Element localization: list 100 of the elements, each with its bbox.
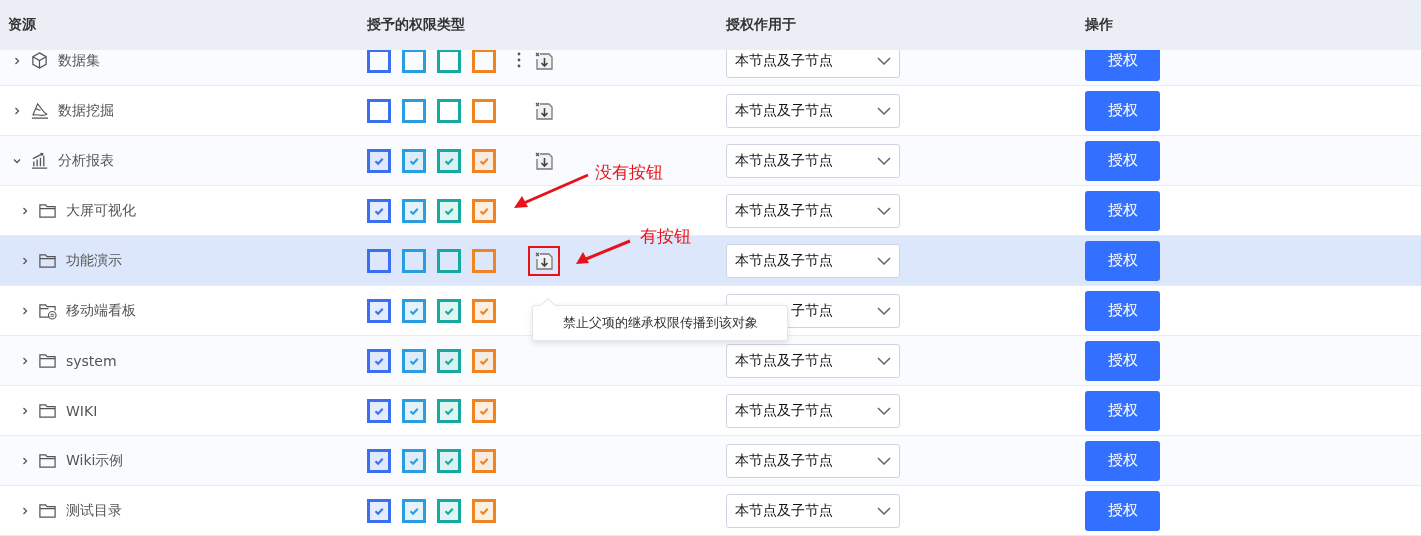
pen-icon bbox=[30, 101, 49, 120]
permission-checkbox[interactable] bbox=[367, 50, 391, 73]
chevron-down-icon bbox=[877, 256, 891, 265]
permission-checkbox[interactable] bbox=[437, 98, 461, 123]
permission-checkbox[interactable] bbox=[437, 148, 461, 173]
chevron-right-icon[interactable] bbox=[20, 455, 30, 466]
table-row[interactable]: Wiki示例 本节点及子节点 授权 bbox=[0, 436, 1421, 486]
table-row[interactable]: system 本节点及子节点 授权 bbox=[0, 336, 1421, 386]
chevron-right-icon[interactable] bbox=[20, 305, 30, 316]
chevron-down-icon bbox=[877, 456, 891, 465]
scope-select[interactable]: 本节点及子节点 bbox=[726, 343, 900, 378]
resource-name: 大屏可视化 bbox=[66, 201, 136, 220]
permission-checkbox[interactable] bbox=[437, 298, 461, 323]
permission-checkbox[interactable] bbox=[402, 398, 426, 423]
permission-checkbox[interactable] bbox=[367, 248, 391, 273]
permission-checkbox[interactable] bbox=[367, 348, 391, 373]
chevron-right-icon[interactable] bbox=[12, 105, 22, 116]
resource-name: 数据挖掘 bbox=[58, 101, 114, 120]
permission-checkbox[interactable] bbox=[402, 248, 426, 273]
scope-select[interactable]: 本节点及子节点 bbox=[726, 50, 900, 78]
chevron-right-icon[interactable] bbox=[20, 355, 30, 366]
chevron-down-icon bbox=[877, 356, 891, 365]
resource-name: WIKI bbox=[66, 402, 98, 419]
permission-checkbox[interactable] bbox=[472, 348, 496, 373]
permission-checkbox[interactable] bbox=[437, 448, 461, 473]
permission-checkbox[interactable] bbox=[437, 348, 461, 373]
authorize-button[interactable]: 授权 bbox=[1085, 390, 1160, 431]
authorize-button[interactable]: 授权 bbox=[1085, 140, 1160, 181]
permission-checkbox[interactable] bbox=[367, 398, 391, 423]
chevron-down-icon bbox=[877, 106, 891, 115]
permission-checkbox[interactable] bbox=[367, 198, 391, 223]
permission-checkbox[interactable] bbox=[367, 498, 391, 523]
chevron-right-icon[interactable] bbox=[20, 505, 30, 516]
authorize-button[interactable]: 授权 bbox=[1085, 440, 1160, 481]
permission-checkbox[interactable] bbox=[367, 298, 391, 323]
permission-checkbox[interactable] bbox=[437, 398, 461, 423]
permission-checkbox[interactable] bbox=[472, 248, 496, 273]
inherit-block-icon[interactable] bbox=[534, 250, 554, 271]
permission-checkbox[interactable] bbox=[437, 50, 461, 73]
authorize-button[interactable]: 授权 bbox=[1085, 90, 1160, 131]
permission-checkbox[interactable] bbox=[402, 198, 426, 223]
resource-name: 移动端看板 bbox=[66, 301, 136, 320]
column-header: 授权作用于 bbox=[725, 16, 796, 34]
resource-name: 测试目录 bbox=[66, 501, 122, 520]
permission-checkbox[interactable] bbox=[472, 498, 496, 523]
chevron-right-icon[interactable] bbox=[20, 405, 30, 416]
tooltip: 禁止父项的继承权限传播到该对象 bbox=[532, 305, 788, 341]
authorize-button[interactable]: 授权 bbox=[1085, 190, 1160, 231]
permission-checkbox[interactable] bbox=[402, 148, 426, 173]
folder-list-icon bbox=[38, 301, 57, 320]
inherit-block-icon[interactable] bbox=[534, 150, 554, 171]
resource-name: 功能演示 bbox=[66, 251, 122, 270]
table-row[interactable]: 数据集 本节点及子节点 授权 bbox=[0, 50, 1421, 86]
authorize-button[interactable]: 授权 bbox=[1085, 50, 1160, 81]
authorize-button[interactable]: 授权 bbox=[1085, 490, 1160, 531]
cube-icon bbox=[30, 51, 49, 70]
chevron-right-icon[interactable] bbox=[20, 205, 30, 216]
permission-checkbox[interactable] bbox=[472, 98, 496, 123]
permission-checkbox[interactable] bbox=[472, 50, 496, 73]
inherit-block-icon[interactable] bbox=[534, 50, 554, 71]
resource-name: 分析报表 bbox=[58, 151, 114, 170]
authorize-button[interactable]: 授权 bbox=[1085, 240, 1160, 281]
permission-checkbox[interactable] bbox=[472, 148, 496, 173]
chevron-right-icon[interactable] bbox=[12, 55, 22, 66]
folder-icon bbox=[38, 501, 57, 520]
scope-select[interactable]: 本节点及子节点 bbox=[726, 493, 900, 528]
column-header: 授予的权限类型 bbox=[366, 16, 465, 34]
permission-checkbox[interactable] bbox=[472, 298, 496, 323]
permission-checkbox[interactable] bbox=[402, 50, 426, 73]
permission-checkbox[interactable] bbox=[367, 148, 391, 173]
permission-checkbox[interactable] bbox=[437, 248, 461, 273]
permission-checkbox[interactable] bbox=[402, 348, 426, 373]
chevron-down-icon bbox=[877, 406, 891, 415]
scope-select[interactable]: 本节点及子节点 bbox=[726, 143, 900, 178]
column-header: 操作 bbox=[1084, 16, 1113, 34]
permission-checkbox[interactable] bbox=[402, 448, 426, 473]
scope-select[interactable]: 本节点及子节点 bbox=[726, 393, 900, 428]
scope-select[interactable]: 本节点及子节点 bbox=[726, 443, 900, 478]
chevron-down-icon bbox=[877, 156, 891, 165]
permission-checkbox[interactable] bbox=[472, 198, 496, 223]
permission-checkbox[interactable] bbox=[402, 498, 426, 523]
resource-name: system bbox=[66, 352, 117, 369]
authorize-button[interactable]: 授权 bbox=[1085, 340, 1160, 381]
chevron-down-icon bbox=[877, 206, 891, 215]
column-header: 资源 bbox=[7, 16, 36, 34]
permission-checkbox[interactable] bbox=[472, 398, 496, 423]
permission-checkbox[interactable] bbox=[402, 298, 426, 323]
more-icon[interactable] bbox=[517, 51, 521, 68]
permission-checkbox[interactable] bbox=[367, 448, 391, 473]
authorize-button[interactable]: 授权 bbox=[1085, 290, 1160, 331]
scope-select[interactable]: 本节点及子节点 bbox=[726, 93, 900, 128]
permission-checkbox[interactable] bbox=[437, 498, 461, 523]
permission-checkbox[interactable] bbox=[472, 448, 496, 473]
inherit-block-icon[interactable] bbox=[534, 100, 554, 121]
permission-checkbox[interactable] bbox=[367, 98, 391, 123]
scope-select[interactable]: 本节点及子节点 bbox=[726, 193, 900, 228]
chevron-right-icon[interactable] bbox=[20, 255, 30, 266]
permission-checkbox[interactable] bbox=[437, 198, 461, 223]
scope-select[interactable]: 本节点及子节点 bbox=[726, 243, 900, 278]
permission-checkbox[interactable] bbox=[402, 98, 426, 123]
